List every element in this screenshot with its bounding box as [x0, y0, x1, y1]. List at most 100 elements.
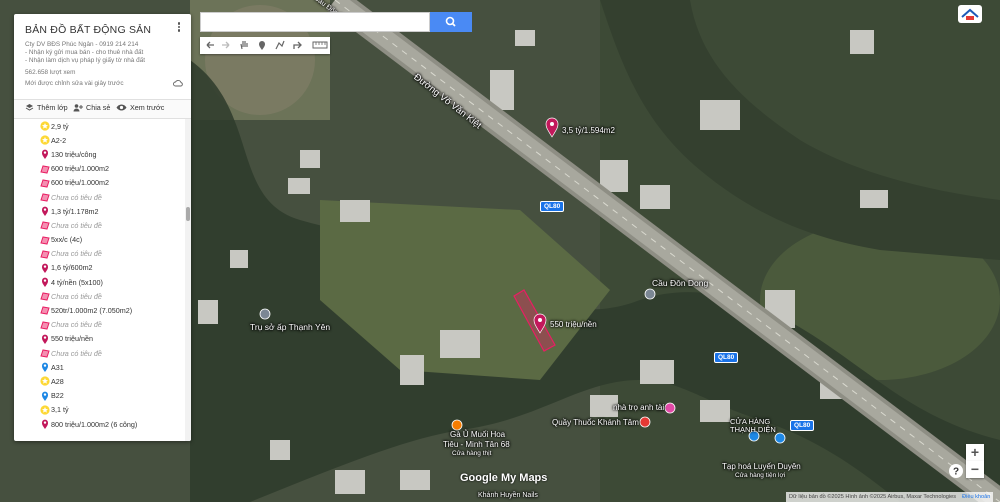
feature-label: 550 triệu/nền: [51, 334, 93, 344]
feature-list-item[interactable]: 520tr/1.000m2 (7.050m2): [14, 303, 185, 317]
search-button[interactable]: [430, 12, 472, 32]
feature-list-item[interactable]: A31: [14, 360, 185, 374]
inn-poi-icon[interactable]: [664, 402, 676, 414]
feature-label: Chưa có tiêu đề: [51, 220, 102, 230]
add-layer-label: Thêm lớp: [37, 103, 68, 112]
grocery-label-2[interactable]: Cửa hàng tiện lợi: [735, 472, 785, 479]
food-poi-icon[interactable]: [451, 419, 463, 431]
pharmacy-poi-icon[interactable]: [639, 416, 651, 428]
feature-list-item[interactable]: 1,6 tỷ/600m2: [14, 261, 185, 275]
pharmacy-label[interactable]: Quầy Thuốc Khánh Tâm: [552, 418, 639, 427]
polygon-pink-icon: [40, 348, 50, 358]
add-layer-button[interactable]: Thêm lớp: [25, 103, 68, 112]
directions-icon[interactable]: [292, 39, 304, 51]
feature-label: Chưa có tiêu đề: [51, 192, 102, 202]
feature-list-item[interactable]: Chưa có tiêu đề: [14, 318, 185, 332]
map-title[interactable]: BẢN ĐỒ BẤT ĐỘNG SẢN: [25, 24, 151, 36]
store-label[interactable]: CỬA HÀNG THẠNH DIỆN: [730, 418, 780, 434]
hand-icon[interactable]: [238, 39, 250, 51]
office-label[interactable]: Trụ sở ấp Thạnh Yên: [250, 322, 330, 332]
feature-label: A2-2: [51, 135, 67, 145]
feature-label: 600 triệu/1.000m2: [51, 164, 109, 174]
nails-label[interactable]: Khánh Huyền Nails: [478, 492, 538, 499]
share-label: Chia sẻ: [86, 103, 111, 112]
grocery-label-1[interactable]: Tạp hoá Luyến Duyên: [722, 462, 801, 471]
bridge-label[interactable]: Cầu Đôn Dong: [652, 278, 708, 288]
feature-label: 800 triệu/1.000m2 (6 công): [51, 419, 138, 429]
chicken-label-2[interactable]: Tiêu - Minh Tân 68: [443, 440, 510, 449]
feature-list-item[interactable]: A2-2: [14, 133, 185, 147]
polygon-pink-icon: [40, 320, 50, 330]
chicken-label-3[interactable]: Cửa hàng thịt: [452, 450, 491, 457]
share-button[interactable]: Chia sẻ: [73, 103, 110, 112]
map-attribution: Dữ liệu bản đồ ©2025 Hình ảnh ©2025 Airb…: [786, 492, 994, 502]
redo-icon[interactable]: [220, 39, 232, 51]
feature-label: 520tr/1.000m2 (7.050m2): [51, 306, 133, 316]
feature-label: A31: [51, 362, 64, 372]
feature-label: Chưa có tiêu đề: [51, 249, 102, 259]
feature-list-item[interactable]: 130 triệu/công: [14, 147, 185, 161]
scrollbar-thumb[interactable]: [186, 207, 190, 221]
marker-icon[interactable]: [256, 39, 268, 51]
attribution-text: Dữ liệu bản đồ ©2025 Hình ảnh ©2025 Airb…: [789, 494, 957, 500]
feature-list-item[interactable]: 3,1 tỷ: [14, 403, 185, 417]
chicken-label-1[interactable]: Gà Ủ Muối Hoa: [450, 430, 505, 439]
bridge-poi-icon[interactable]: [644, 288, 656, 300]
star-yellow-icon: [40, 135, 50, 145]
feature-list-item[interactable]: 4 tỷ/nền (5x100): [14, 275, 185, 289]
feature-label: 4 tỷ/nền (5x100): [51, 277, 103, 287]
map-legend-panel: BẢN ĐỒ BẤT ĐỘNG SẢN Cty DV BĐS Phúc Ngân…: [14, 14, 191, 441]
star-yellow-icon: [40, 405, 50, 415]
panel-scrollbar[interactable]: [185, 119, 191, 441]
feature-list-item[interactable]: B22: [14, 389, 185, 403]
more-options-icon[interactable]: [176, 21, 182, 35]
polygon-pink-icon: [40, 249, 50, 259]
pin-red-icon: [40, 206, 50, 217]
feature-list-item[interactable]: Chưa có tiêu đề: [14, 289, 185, 303]
feature-list-item[interactable]: 2,9 tỷ: [14, 119, 185, 133]
pin-red-icon: [40, 263, 50, 273]
feature-list-item[interactable]: Chưa có tiêu đề: [14, 218, 185, 232]
feature-label: Chưa có tiêu đề: [51, 348, 102, 358]
draw-line-icon[interactable]: [274, 39, 286, 51]
help-button[interactable]: ?: [949, 464, 963, 478]
feature-list-item[interactable]: 800 triệu/1.000m2 (6 công): [14, 417, 185, 431]
feature-label: 1,6 tỷ/600m2: [51, 263, 93, 273]
feature-label: 2,9 tỷ: [51, 121, 69, 131]
preview-button[interactable]: Xem trước: [116, 103, 164, 112]
description-line: Cty DV BĐS Phúc Ngân - 0919 214 214: [25, 41, 139, 48]
star-yellow-icon: [40, 376, 50, 386]
preview-label: Xem trước: [130, 103, 165, 112]
terms-link[interactable]: Điều khoản: [962, 492, 990, 502]
share-icon: [73, 104, 83, 112]
feature-list-item[interactable]: 600 triệu/1.000m2: [14, 162, 185, 176]
feature-list-item[interactable]: Chưa có tiêu đề: [14, 346, 185, 360]
brand-logo-icon: [958, 5, 982, 23]
zoom-in-button[interactable]: +: [966, 444, 984, 461]
feature-list-item[interactable]: Chưa có tiêu đề: [14, 190, 185, 204]
map-description: Cty DV BĐS Phúc Ngân - 0919 214 214 - Nh…: [25, 41, 145, 65]
feature-list-item[interactable]: 550 triệu/nền: [14, 332, 185, 346]
search-icon: [445, 16, 456, 27]
polygon-pink-icon: [40, 164, 50, 174]
ruler-icon[interactable]: [312, 39, 328, 51]
feature-list-item[interactable]: A28: [14, 374, 185, 388]
feature-list-item[interactable]: 1,3 tỷ/1.178m2: [14, 204, 185, 218]
pin-red-icon: [40, 277, 50, 288]
polygon-pink-icon: [40, 192, 50, 202]
feature-list: 2,9 tỷ A2-2 130 triệu/công 600 triệu/1.000m…: [14, 119, 185, 441]
feature-list-item[interactable]: 600 triệu/1.000m2: [14, 176, 185, 190]
office-poi-icon[interactable]: [259, 308, 271, 320]
feature-label: 130 triệu/công: [51, 149, 97, 159]
feature-label: 600 triệu/1.000m2: [51, 178, 109, 188]
svg-text:?: ?: [953, 467, 959, 478]
search-input[interactable]: [200, 12, 430, 32]
feature-list-item[interactable]: 5xx/c (4c): [14, 233, 185, 247]
inn-label[interactable]: nhà trọ anh tài: [613, 403, 664, 412]
undo-icon[interactable]: [204, 39, 216, 51]
pin-label-1[interactable]: 3,5 tỷ/1.594m2: [562, 126, 615, 135]
feature-list-item[interactable]: Chưa có tiêu đề: [14, 247, 185, 261]
zoom-out-button[interactable]: −: [966, 461, 984, 478]
pin-label-2[interactable]: 550 triệu/nền: [550, 320, 597, 329]
grocery-poi-icon[interactable]: [774, 432, 786, 444]
